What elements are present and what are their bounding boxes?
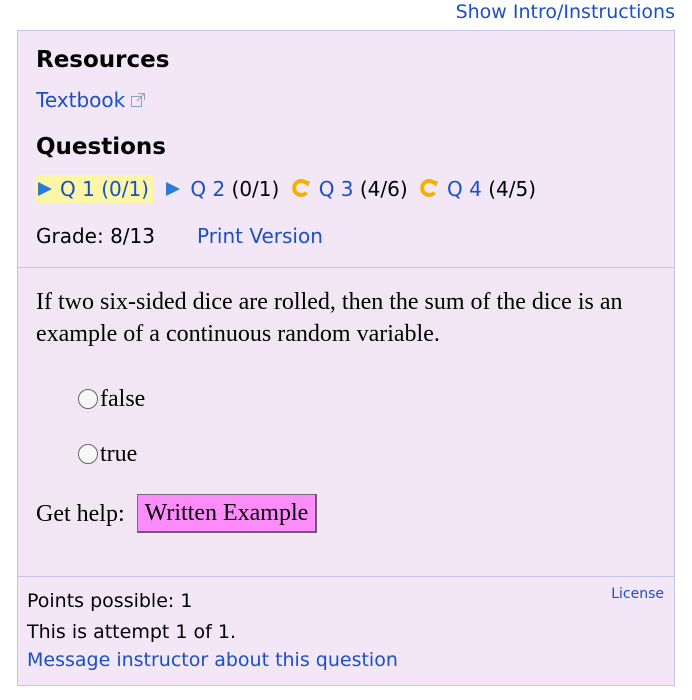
get-help-row: Get help: Written Example	[36, 494, 318, 533]
print-version-link[interactable]: Print Version	[197, 224, 323, 248]
question-link-2[interactable]: Q 2	[190, 177, 225, 201]
written-example-button[interactable]: Written Example	[136, 494, 318, 533]
answer-option-false[interactable]: false	[78, 384, 145, 414]
question-nav-item-2[interactable]: Q 2 (0/1)	[164, 175, 279, 203]
question-score-1: (0/1)	[101, 177, 149, 201]
question-score-4: (4/5)	[488, 177, 537, 201]
answer-label-false: false	[100, 386, 146, 412]
play-triangle-icon	[38, 182, 52, 196]
radio-false[interactable]	[78, 389, 98, 409]
answer-option-true[interactable]: true	[78, 439, 137, 469]
resources-heading: Resources	[36, 47, 170, 73]
question-text: If two six-sided dice are rolled, then t…	[36, 289, 623, 347]
question-score-3: (4/6)	[359, 177, 408, 201]
play-triangle-icon	[166, 182, 181, 196]
resources-panel: Resources Textbook Questions Q 1 (0/1) Q…	[17, 30, 675, 269]
external-link-icon	[130, 88, 146, 107]
question-nav-item-1[interactable]: Q 1 (0/1)	[36, 175, 153, 203]
questions-heading: Questions	[36, 134, 166, 160]
question-nav-item-4[interactable]: Q 4 (4/5)	[419, 175, 536, 203]
radio-true[interactable]	[78, 444, 98, 464]
retry-icon	[420, 179, 439, 197]
question-nav-item-3[interactable]: Q 3 (4/6)	[291, 175, 408, 203]
footer-panel: Points possible: 1 This is attempt 1 of …	[17, 576, 675, 686]
question-link-3[interactable]: Q 3	[319, 177, 354, 201]
show-intro-instructions-link[interactable]: Show Intro/Instructions	[456, 0, 675, 24]
textbook-link[interactable]: Textbook	[36, 87, 146, 113]
grade-text: Grade: 8/13	[36, 224, 155, 248]
get-help-label: Get help:	[36, 500, 125, 527]
question-link-4[interactable]: Q 4	[447, 177, 482, 201]
grade-row: Grade: 8/13 Print Version	[36, 222, 323, 250]
question-score-2: (0/1)	[231, 177, 280, 201]
textbook-link-label[interactable]: Textbook	[36, 88, 125, 112]
message-instructor-link[interactable]: Message instructor about this question	[27, 647, 398, 673]
license-link[interactable]: License	[611, 585, 664, 603]
question-panel: If two six-sided dice are rolled, then t…	[17, 268, 675, 577]
answer-label-true: true	[100, 441, 138, 467]
attempt-text: This is attempt 1 of 1.	[27, 621, 236, 643]
points-possible: Points possible: 1	[27, 590, 193, 612]
question-link-1[interactable]: Q 1	[60, 177, 95, 201]
retry-icon	[291, 179, 310, 197]
question-nav: Q 1 (0/1) Q 2 (0/1) Q 3 (4/6) Q 4 (4/5)	[36, 175, 541, 203]
